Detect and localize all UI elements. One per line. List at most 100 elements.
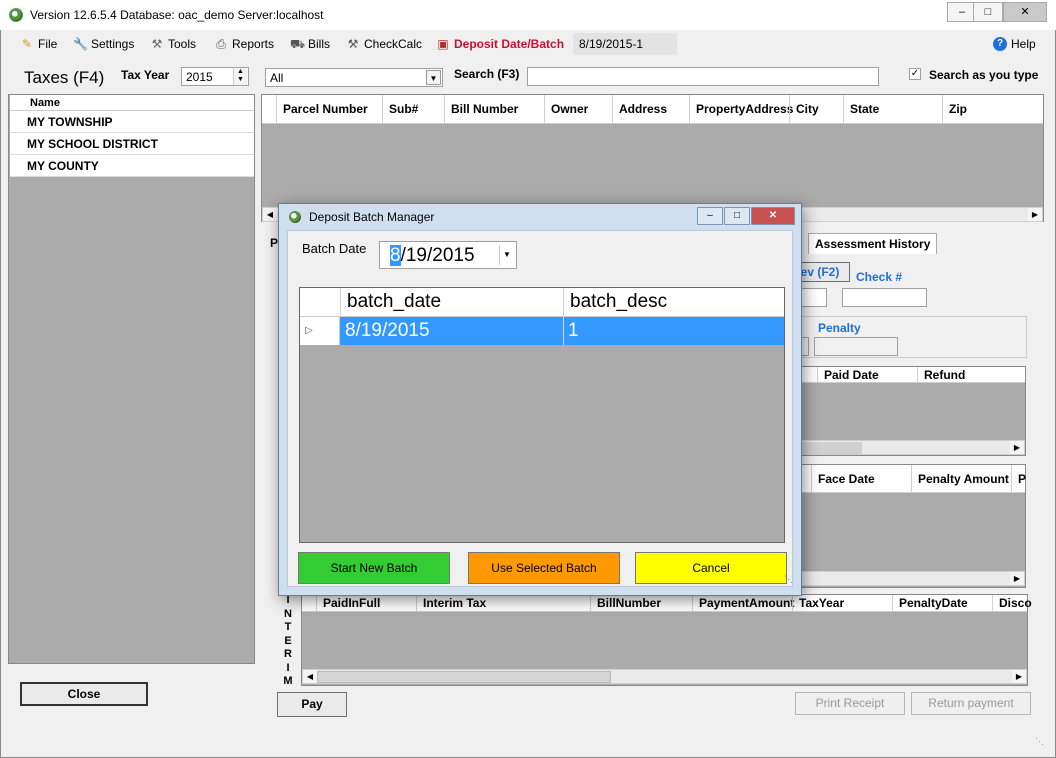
col-payment-amount[interactable]: PaymentAmount: [692, 595, 794, 611]
check-number-field[interactable]: [842, 288, 927, 307]
scroll-right-icon[interactable]: ▶: [1010, 572, 1024, 585]
menu-file-label: File: [38, 37, 58, 51]
resize-grip-icon[interactable]: ⋱: [1035, 736, 1044, 747]
interim-letter: T: [284, 621, 292, 633]
chevron-down-icon[interactable]: ▼: [499, 245, 514, 265]
scroll-left-icon[interactable]: ◀: [303, 670, 317, 683]
filter-select[interactable]: All ▼: [265, 68, 443, 87]
col-penalty-date[interactable]: PenaltyDate: [892, 595, 992, 611]
printer-icon: ⎙: [216, 37, 226, 51]
col-sub[interactable]: Sub#: [382, 95, 444, 123]
col-disco[interactable]: Disco: [992, 595, 1032, 611]
batch-date-rest: /19/2015: [400, 245, 475, 266]
filter-select-value: All: [270, 71, 284, 85]
col-refund[interactable]: Refund: [917, 367, 1017, 382]
penalty-partial-field: [801, 337, 809, 356]
dialog-resize-grip-icon[interactable]: ⋱: [784, 574, 793, 585]
dialog-minimize-button[interactable]: –: [697, 207, 723, 225]
col-face-date[interactable]: Face Date: [811, 465, 911, 492]
partial-field[interactable]: [801, 288, 827, 307]
scroll-right-icon[interactable]: ▶: [1010, 441, 1024, 454]
menu-tools[interactable]: ⚒ Tools: [150, 37, 196, 51]
cell-divider: [563, 317, 564, 345]
col-city[interactable]: City: [789, 95, 843, 123]
menu-file[interactable]: ✎ File: [20, 37, 57, 51]
return-payment-button[interactable]: Return payment: [911, 692, 1031, 715]
interim-grid-header: PaidInFull Interim Tax BillNumber Paymen…: [302, 595, 1032, 612]
col-p[interactable]: P: [1011, 465, 1026, 492]
interim-grid-scrollbar[interactable]: ◀ ▶: [302, 669, 1027, 684]
interim-letter: R: [284, 648, 292, 660]
spin-arrows-icon[interactable]: ▲ ▼: [233, 68, 247, 85]
col-paid-date[interactable]: Paid Date: [817, 367, 917, 382]
col-penalty-amount[interactable]: Penalty Amount: [911, 465, 1011, 492]
menu-settings[interactable]: 🔧 Settings: [73, 37, 134, 51]
dialog-maximize-button[interactable]: □: [724, 207, 750, 225]
district-list-header: Name: [10, 95, 254, 111]
scroll-right-icon[interactable]: ▶: [1028, 208, 1042, 221]
tax-year-label: Tax Year: [121, 68, 170, 82]
tab-assessment-history[interactable]: Assessment History: [808, 233, 938, 254]
tab-partial-left[interactable]: P: [270, 236, 278, 250]
col-batch-date[interactable]: batch_date: [340, 288, 563, 316]
menu-help[interactable]: ? Help: [993, 37, 1036, 51]
dialog-body: Batch Date 8/19/2015 ▼ batch_date batch_…: [287, 230, 793, 587]
interim-side-label: I N T E R I M: [282, 594, 294, 689]
menu-bills[interactable]: ⛟ Bills: [290, 37, 330, 51]
interim-letter: I: [286, 661, 290, 674]
taxes-label: Taxes (F4): [24, 68, 105, 87]
face-grid-scrollbar[interactable]: ▶: [801, 571, 1025, 586]
col-owner[interactable]: Owner: [544, 95, 612, 123]
col-address[interactable]: Address: [612, 95, 689, 123]
batch-date-label: Batch Date: [302, 241, 367, 256]
district-row-township[interactable]: MY TOWNSHIP: [10, 111, 254, 133]
menu-reports-label: Reports: [232, 37, 275, 51]
tax-year-stepper[interactable]: 2015 ▲ ▼: [181, 67, 249, 86]
scroll-right-icon[interactable]: ▶: [1012, 670, 1026, 683]
pencil-icon: ✎: [21, 37, 33, 51]
col-tax-year[interactable]: TaxYear: [792, 595, 892, 611]
print-receipt-button[interactable]: Print Receipt: [795, 692, 905, 715]
search-as-you-type-label: Search as you type: [929, 68, 1039, 82]
col-interim-tax[interactable]: Interim Tax: [416, 595, 590, 611]
col-zip[interactable]: Zip: [942, 95, 1043, 123]
pay-button[interactable]: Pay: [277, 692, 347, 717]
menu-checkcalc[interactable]: ⚒ CheckCalc: [346, 37, 422, 51]
dialog-close-button[interactable]: ✕: [751, 207, 795, 225]
search-input[interactable]: [527, 67, 879, 86]
col-property-address[interactable]: PropertyAddress: [689, 95, 793, 123]
scroll-left-icon[interactable]: ◀: [263, 208, 277, 221]
scroll-thumb[interactable]: [802, 442, 862, 454]
close-window-button[interactable]: ✕: [1003, 2, 1047, 22]
col-paid-in-full[interactable]: PaidInFull: [316, 595, 416, 611]
search-as-you-type-checkbox[interactable]: ✓: [909, 68, 921, 80]
wrench-icon: 🔧: [73, 37, 88, 51]
district-row-county[interactable]: MY COUNTY: [10, 155, 254, 177]
deposit-batch-manager-dialog: Deposit Batch Manager – □ ✕ Batch Date 8…: [278, 203, 802, 596]
col-state[interactable]: State: [843, 95, 942, 123]
col-batch-desc[interactable]: batch_desc: [563, 288, 784, 316]
scroll-thumb[interactable]: [317, 671, 611, 683]
menu-checkcalc-label: CheckCalc: [364, 37, 423, 51]
cancel-button[interactable]: Cancel: [635, 552, 787, 584]
menu-deposit-date-batch[interactable]: ▣ Deposit Date/Batch: [436, 37, 564, 51]
menu-deposit-label: Deposit Date/Batch: [454, 37, 565, 51]
district-row-school[interactable]: MY SCHOOL DISTRICT: [10, 133, 254, 155]
menu-bills-label: Bills: [308, 37, 331, 51]
tools-icon: ⚒: [151, 37, 163, 51]
batch-date-picker[interactable]: 8/19/2015 ▼: [379, 241, 517, 269]
col-bill-number[interactable]: Bill Number: [444, 95, 544, 123]
start-new-batch-button[interactable]: Start New Batch: [298, 552, 450, 584]
col-bill-number[interactable]: BillNumber: [590, 595, 692, 611]
close-button[interactable]: Close: [20, 682, 148, 706]
row-selector-arrow-icon[interactable]: ▷: [300, 317, 340, 345]
col-parcel-number[interactable]: Parcel Number: [276, 95, 382, 123]
chevron-down-icon[interactable]: ▼: [426, 70, 441, 85]
use-selected-batch-button[interactable]: Use Selected Batch: [468, 552, 620, 584]
batch-row[interactable]: ▷ 8/19/2015 1: [300, 317, 784, 345]
maximize-button[interactable]: □: [973, 2, 1003, 22]
payments-grid-scrollbar[interactable]: ▶: [801, 440, 1025, 455]
car-icon: ⛟: [290, 37, 306, 51]
menu-reports[interactable]: ⎙ Reports: [214, 37, 274, 51]
menu-help-label: Help: [1011, 37, 1036, 51]
